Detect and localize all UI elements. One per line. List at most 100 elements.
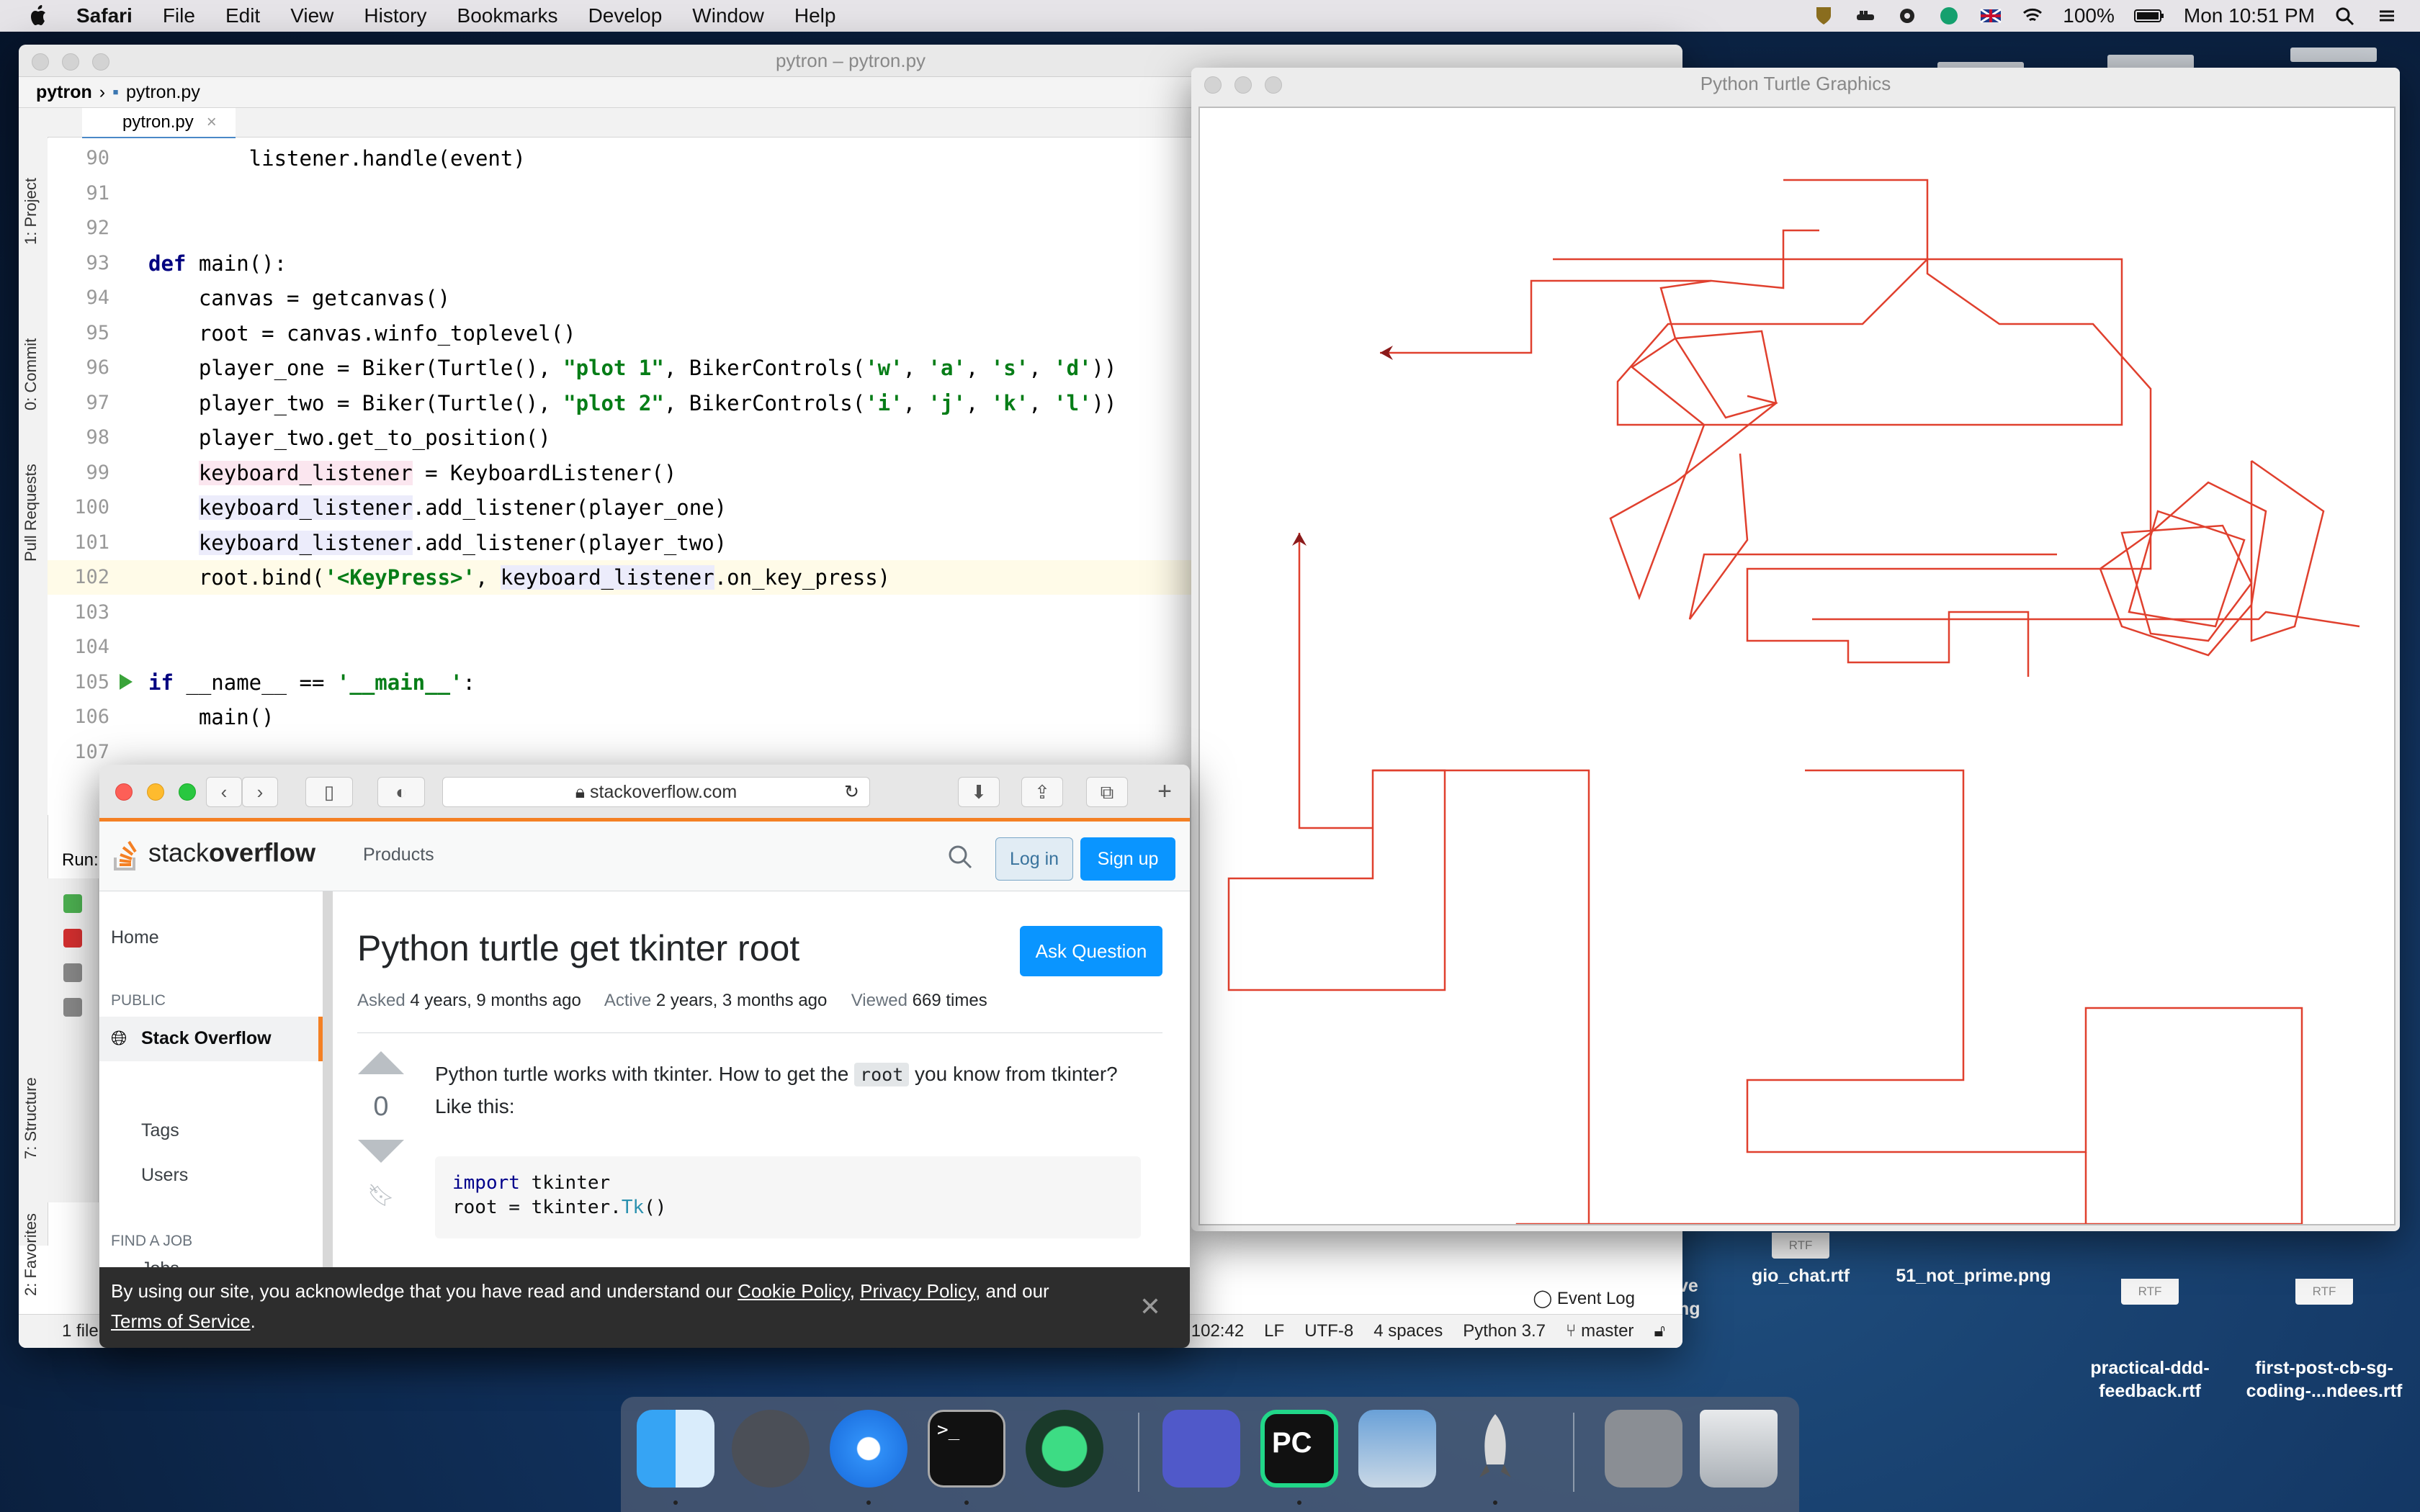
code-line[interactable]: 96 player_one = Biker(Turtle(), "plot 1"… <box>48 351 1207 385</box>
docker-icon[interactable] <box>1854 6 1877 26</box>
minimize-button[interactable] <box>62 53 79 71</box>
menu-app-name[interactable]: Safari <box>76 4 133 27</box>
close-button[interactable] <box>115 783 133 801</box>
rerun-icon[interactable] <box>63 894 82 913</box>
grammarly-icon[interactable] <box>1937 6 1960 26</box>
launchpad-icon[interactable] <box>732 1410 810 1488</box>
terminal-icon[interactable]: >_ <box>928 1410 1005 1488</box>
close-button[interactable] <box>32 53 49 71</box>
minimize-button[interactable] <box>1234 76 1252 94</box>
address-bar[interactable]: 🔒︎ stackoverflow.com ↻ <box>442 777 870 807</box>
desktop-file[interactable]: RTF first-post-cb-sg- coding-...ndees.rt… <box>2241 1233 2407 1426</box>
back-button[interactable]: ‹ <box>206 777 242 807</box>
share-icon[interactable]: ⇪ <box>1021 777 1063 807</box>
tab-commit[interactable]: 0: Commit <box>22 338 40 410</box>
status-caret-position[interactable]: 102:42 <box>1191 1321 1244 1341</box>
bookmark-icon[interactable]: 🔖︎ <box>357 1183 405 1208</box>
rocket-icon[interactable] <box>1456 1410 1534 1488</box>
code-editor[interactable]: 90 listener.handle(event) 91 92 93 def main(… <box>48 138 1207 815</box>
desktop-file[interactable]: RTF gio_chat.rtf <box>1743 1233 1858 1287</box>
code-line[interactable]: 92 <box>48 211 1207 246</box>
code-line[interactable]: 106 main() <box>48 700 1207 734</box>
privacy-policy-link[interactable]: Privacy Policy <box>860 1280 975 1302</box>
tab-favorites[interactable]: 2: Favorites <box>22 1213 40 1296</box>
finder-icon[interactable] <box>637 1410 714 1488</box>
close-button[interactable] <box>1204 76 1222 94</box>
menu-history[interactable]: History <box>364 4 426 27</box>
nav-home[interactable]: Home <box>111 927 159 948</box>
menu-bookmarks[interactable]: Bookmarks <box>457 4 558 27</box>
close-icon[interactable]: × <box>207 112 217 132</box>
code-line[interactable]: 90 listener.handle(event) <box>48 141 1207 176</box>
teams-icon[interactable] <box>1162 1410 1240 1488</box>
upvote-icon[interactable] <box>358 1051 404 1074</box>
turtle-titlebar[interactable]: Python Turtle Graphics <box>1191 68 2400 99</box>
products-link[interactable]: Products <box>363 845 434 865</box>
code-line[interactable]: 95 root = canvas.winfo_toplevel() <box>48 316 1207 351</box>
breadcrumb-file[interactable]: pytron.py <box>126 82 200 103</box>
stop-icon[interactable] <box>63 929 82 948</box>
new-tab-icon[interactable]: + <box>1148 777 1181 806</box>
menu-file[interactable]: File <box>163 4 195 27</box>
signup-button[interactable]: Sign up <box>1080 837 1175 881</box>
menu-help[interactable]: Help <box>794 4 836 27</box>
status-encoding[interactable]: UTF-8 <box>1304 1321 1353 1341</box>
tab-project[interactable]: 1: Project <box>22 178 40 245</box>
safari-icon[interactable] <box>830 1410 908 1488</box>
menu-develop[interactable]: Develop <box>588 4 663 27</box>
code-line[interactable]: 91 <box>48 176 1207 211</box>
menu-clock[interactable]: Mon 10:51 PM <box>2184 4 2315 27</box>
terms-of-service-link[interactable]: Terms of Service <box>111 1310 251 1332</box>
run-gutter-icon[interactable] <box>120 673 133 690</box>
menu-window[interactable]: Window <box>692 4 764 27</box>
gear-icon[interactable] <box>1896 6 1919 26</box>
trash-icon[interactable] <box>1700 1410 1778 1488</box>
nav-users[interactable]: Users <box>141 1165 188 1186</box>
zoom-button[interactable] <box>179 783 196 801</box>
menu-view[interactable]: View <box>290 4 333 27</box>
archive-icon[interactable] <box>1605 1410 1682 1488</box>
status-interpreter[interactable]: Python 3.7 <box>1463 1321 1546 1341</box>
code-line[interactable]: 94 canvas = getcanvas() <box>48 281 1207 315</box>
tabs-icon[interactable]: ⧉ <box>1086 777 1128 807</box>
shield-icon[interactable]: ◐ <box>377 777 425 807</box>
apple-icon[interactable] <box>27 4 50 27</box>
spotlight-search-icon[interactable] <box>2334 6 2357 26</box>
desktop-file[interactable]: RTF practical-ddd- feedback.rtf <box>2074 1233 2226 1426</box>
menu-edit[interactable]: Edit <box>225 4 260 27</box>
zoom-button[interactable] <box>1265 76 1282 94</box>
code-line[interactable]: 97 player_two = Biker(Turtle(), "plot 2"… <box>48 386 1207 420</box>
code-line[interactable]: 93 def main(): <box>48 246 1207 281</box>
stackoverflow-logo[interactable]: stackoverflow <box>112 837 315 872</box>
reload-icon[interactable]: ↻ <box>844 778 859 806</box>
preview-icon[interactable] <box>1358 1410 1436 1488</box>
code-line[interactable]: 99 keyboard_listener = KeyboardListener(… <box>48 456 1207 490</box>
control-center-icon[interactable] <box>2375 6 2398 26</box>
status-indent[interactable]: 4 spaces <box>1373 1321 1443 1341</box>
desktop-file[interactable]: 51_not_prime.png <box>1887 1264 2060 1287</box>
status-line-separator[interactable]: LF <box>1264 1321 1284 1341</box>
status-branch[interactable]: ⑂ master <box>1566 1321 1634 1341</box>
wifi-icon[interactable] <box>2021 6 2044 26</box>
download-icon[interactable]: ⬇ <box>958 777 1000 807</box>
active-value[interactable]: 2 years, 3 months ago <box>656 991 827 1010</box>
code-line[interactable]: 104 <box>48 630 1207 665</box>
pin-icon[interactable] <box>63 998 82 1017</box>
desktop-thumbnail[interactable] <box>2290 48 2377 62</box>
pycharm-icon[interactable]: PC <box>1260 1410 1338 1488</box>
code-line[interactable]: 101 keyboard_listener.add_listener(playe… <box>48 526 1207 560</box>
code-line[interactable]: 105 if __name__ == '__main__': <box>48 665 1207 700</box>
code-line[interactable]: 102 root.bind('<KeyPress>', keyboard_lis… <box>48 560 1207 595</box>
turtle-canvas[interactable] <box>1198 107 2396 1231</box>
breadcrumb-project[interactable]: pytron <box>36 82 92 103</box>
forward-button[interactable]: › <box>242 777 278 807</box>
search-icon[interactable] <box>946 843 974 870</box>
ask-question-button[interactable]: Ask Question <box>1020 926 1162 976</box>
android-studio-icon[interactable] <box>1026 1410 1103 1488</box>
tab-structure[interactable]: 7: Structure <box>22 1077 40 1159</box>
nav-tags[interactable]: Tags <box>141 1120 179 1141</box>
question-title[interactable]: Python turtle get tkinter root <box>357 927 799 969</box>
nav-stackoverflow[interactable]: 🌐︎ Stack Overflow <box>99 1017 323 1061</box>
login-button[interactable]: Log in <box>995 837 1073 881</box>
downvote-icon[interactable] <box>358 1140 404 1163</box>
